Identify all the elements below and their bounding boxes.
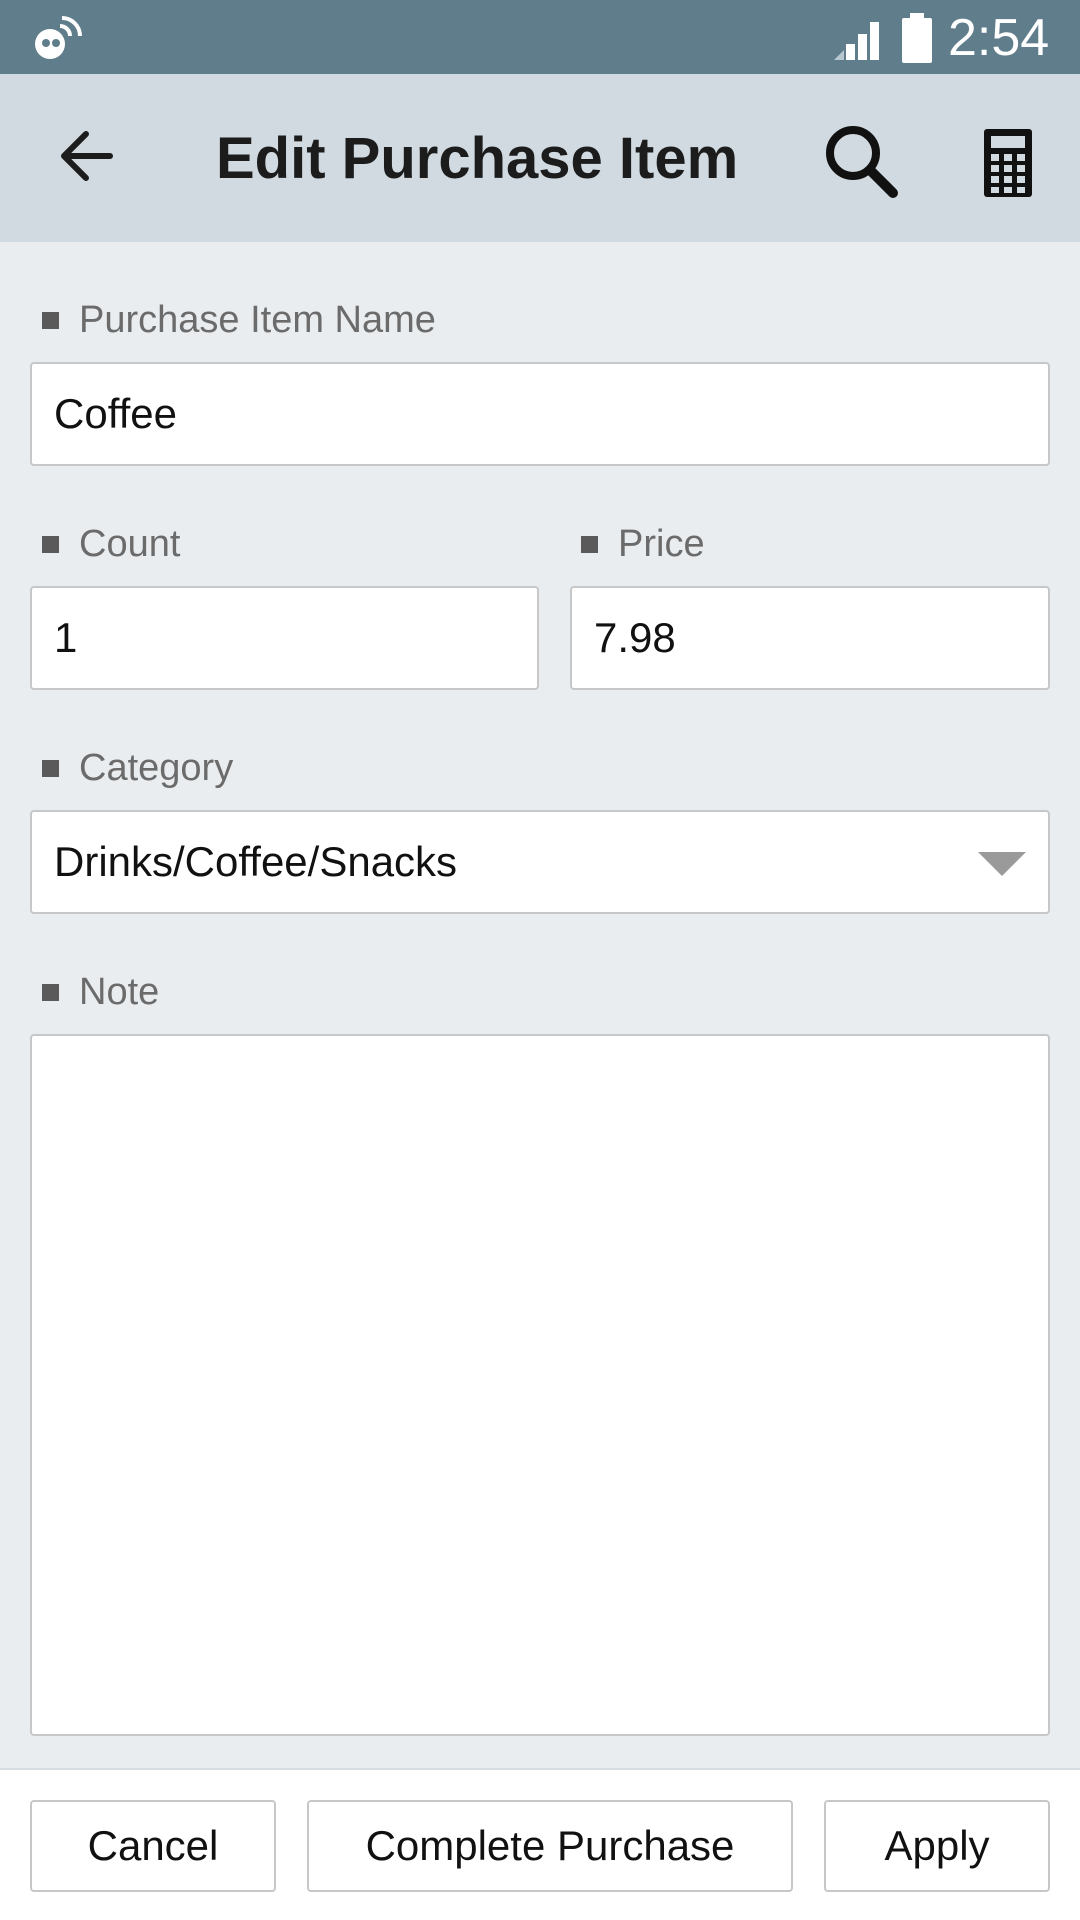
signal-icon [832, 18, 882, 60]
status-bar: 2:54 [0, 0, 1080, 74]
battery-icon [900, 13, 934, 63]
item-name-input[interactable] [54, 364, 1048, 464]
item-name-field[interactable] [30, 362, 1050, 466]
notification-app-icon [30, 12, 86, 64]
bullet-marker [42, 983, 59, 1001]
app-bar: Edit Purchase Item [0, 74, 1080, 242]
calculator-button[interactable] [970, 118, 1046, 212]
count-label: Count [42, 522, 180, 566]
name-label: Purchase Item Name [42, 298, 436, 342]
complete-purchase-button[interactable]: Complete Purchase [307, 1800, 793, 1892]
search-icon [823, 123, 899, 204]
count-input[interactable] [54, 588, 537, 688]
note-textarea[interactable] [30, 1034, 1050, 1736]
category-label: Category [42, 746, 233, 790]
back-button[interactable] [48, 120, 124, 196]
bullet-marker [42, 535, 59, 553]
count-label-text: Count [79, 523, 181, 565]
note-label: Note [42, 970, 159, 1014]
dropdown-arrow-icon [978, 852, 1026, 876]
cancel-button[interactable]: Cancel [30, 1800, 276, 1892]
back-arrow-icon [58, 130, 114, 187]
search-button[interactable] [818, 120, 904, 206]
page-title: Edit Purchase Item [216, 126, 739, 191]
status-clock: 2:54 [948, 9, 1050, 67]
bullet-marker [42, 311, 59, 329]
action-bar: Cancel Complete Purchase Apply [0, 1768, 1080, 1920]
bullet-marker [581, 535, 598, 553]
calculator-icon [982, 127, 1034, 204]
bullet-marker [42, 759, 59, 777]
count-field[interactable] [30, 586, 539, 690]
price-field[interactable] [570, 586, 1050, 690]
price-label: Price [581, 522, 705, 566]
name-label-text: Purchase Item Name [79, 299, 436, 341]
category-selected-value: Drinks/Coffee/Snacks [54, 838, 458, 885]
price-label-text: Price [618, 523, 705, 565]
note-label-text: Note [79, 971, 160, 1013]
price-input[interactable] [594, 588, 1048, 688]
category-label-text: Category [79, 747, 234, 789]
category-select[interactable]: Drinks/Coffee/Snacks [30, 810, 1050, 914]
apply-button[interactable]: Apply [824, 1800, 1050, 1892]
